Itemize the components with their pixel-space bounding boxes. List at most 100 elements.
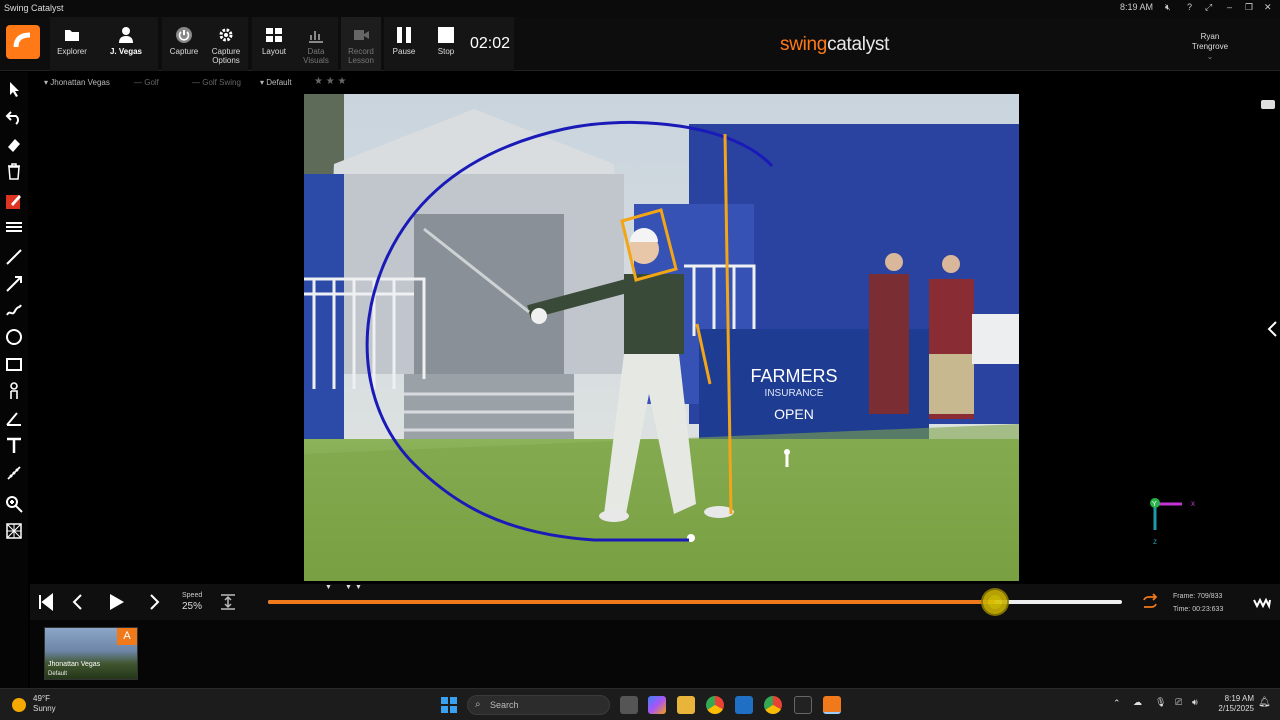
tray-overflow-icon[interactable]: ⌃ bbox=[1113, 698, 1121, 709]
angle-tool-icon[interactable] bbox=[5, 409, 23, 427]
play-icon[interactable] bbox=[106, 592, 126, 612]
toolbar-group-layout: Layout Data Visuals bbox=[252, 17, 338, 71]
task-view-icon[interactable] bbox=[620, 696, 638, 714]
zoom-icon[interactable] bbox=[5, 495, 23, 513]
fullscreen-icon[interactable]: ⤢ bbox=[1205, 2, 1212, 13]
taskbar-clock[interactable]: 8:19 AM 2/15/2025 bbox=[1210, 694, 1254, 714]
undo-icon[interactable] bbox=[5, 108, 23, 126]
chevron-down-icon: ⌄ bbox=[1206, 52, 1214, 61]
skip-to-start-icon[interactable] bbox=[36, 592, 56, 612]
minimize-icon[interactable]: – bbox=[1227, 2, 1232, 12]
search-placeholder: Search bbox=[490, 700, 519, 710]
taskbar-search[interactable]: ⌕ Search bbox=[467, 695, 610, 715]
restore-icon[interactable]: ❐ bbox=[1245, 2, 1253, 13]
onedrive-icon[interactable]: ☁ bbox=[1133, 697, 1142, 708]
power-icon bbox=[176, 27, 192, 43]
help-icon[interactable]: ? bbox=[1187, 2, 1192, 12]
time-value: 00:23:633 bbox=[1192, 606, 1224, 613]
data-visuals-button[interactable]: Data Visuals bbox=[294, 17, 338, 71]
capture-options-button[interactable]: Capture Options bbox=[204, 17, 248, 71]
frame-time-readout: Frame: 709/833 Time: 00:23:633 bbox=[1173, 590, 1223, 616]
banner-event: OPEN bbox=[774, 406, 814, 422]
player-button[interactable]: J. Vegas bbox=[104, 17, 148, 71]
title-bar: Swing Catalyst 8:19 AM 🔇︎ ? ⤢ – ❐ ✕ bbox=[0, 0, 1280, 17]
pen-color-icon[interactable] bbox=[5, 192, 23, 210]
pointer-icon[interactable] bbox=[5, 80, 23, 98]
freehand-tool-icon[interactable] bbox=[5, 301, 23, 319]
weather-widget[interactable]: 49°F Sunny bbox=[33, 694, 56, 714]
stop-icon bbox=[438, 27, 454, 43]
close-icon[interactable]: ✕ bbox=[1264, 2, 1272, 13]
banner-title: FARMERS bbox=[750, 366, 837, 386]
clip-thumbnail[interactable]: A Jhonattan Vegas Default bbox=[44, 627, 138, 680]
notification-bell-icon[interactable]: 🔔︎ bbox=[1258, 697, 1271, 708]
copilot-icon[interactable] bbox=[648, 696, 666, 714]
outlook-icon[interactable] bbox=[735, 696, 753, 714]
mute-icon[interactable]: 🔇︎ bbox=[1165, 2, 1171, 13]
marker-icon[interactable]: ▼ bbox=[345, 584, 352, 591]
taskbar-date: 2/15/2025 bbox=[1218, 704, 1254, 713]
rating-stars[interactable]: ★ ★ ★ bbox=[314, 76, 346, 87]
file-explorer-icon[interactable] bbox=[677, 696, 695, 714]
stop-button[interactable]: Stop bbox=[424, 17, 468, 71]
trash-icon[interactable] bbox=[5, 162, 23, 180]
network-icon[interactable]: ⎚ bbox=[1175, 697, 1182, 708]
record-lesson-label: Record Lesson bbox=[348, 47, 374, 65]
trim-icon[interactable] bbox=[218, 592, 238, 612]
rectangle-tool-icon[interactable] bbox=[5, 355, 23, 373]
step-forward-icon[interactable] bbox=[144, 592, 164, 612]
weather-sun-icon[interactable] bbox=[12, 698, 26, 712]
explorer-label: Explorer bbox=[57, 47, 87, 56]
layout-button[interactable]: Layout bbox=[252, 17, 296, 71]
recording-timer: 02:02 bbox=[470, 35, 511, 52]
toolbar-group-record: Record Lesson bbox=[341, 17, 381, 71]
circle-tool-icon[interactable] bbox=[5, 328, 23, 346]
chrome-profile-icon[interactable] bbox=[764, 696, 782, 714]
body-tool-icon[interactable] bbox=[5, 382, 23, 400]
microphone-icon[interactable]: 🎙︎ bbox=[1155, 697, 1166, 708]
clip-strip: A Jhonattan Vegas Default bbox=[30, 620, 1280, 688]
brand-logo: swingcatalyst bbox=[780, 34, 890, 55]
volume-icon[interactable]: 🔊︎ bbox=[1192, 697, 1198, 708]
terminal-icon[interactable] bbox=[794, 696, 812, 714]
marker-icon[interactable]: ▼ bbox=[325, 584, 332, 591]
grid-overlay-icon[interactable] bbox=[5, 522, 23, 540]
explorer-button[interactable]: Explorer bbox=[50, 17, 94, 71]
grid-icon bbox=[266, 28, 282, 42]
camera-icon[interactable] bbox=[1261, 100, 1275, 109]
text-tool-icon[interactable] bbox=[5, 436, 23, 454]
user-menu[interactable]: Ryan Trengrove ⌄ bbox=[1180, 32, 1240, 62]
pause-button[interactable]: Pause bbox=[382, 17, 426, 71]
playback-speed[interactable]: Speed 25% bbox=[182, 590, 202, 612]
swing-catalyst-taskbar-icon[interactable] bbox=[823, 696, 841, 714]
axis-gizmo: Y x z bbox=[1150, 498, 1195, 546]
loop-icon[interactable] bbox=[1140, 592, 1160, 612]
eraser-icon[interactable] bbox=[5, 135, 23, 153]
app-logo-icon[interactable] bbox=[6, 25, 40, 59]
step-back-icon[interactable] bbox=[68, 592, 88, 612]
timeline-progress bbox=[268, 600, 995, 604]
ruler-tool-icon[interactable] bbox=[5, 464, 23, 482]
video-viewer[interactable]: FARMERS INSURANCE OPEN bbox=[304, 94, 1019, 581]
breadcrumb-view[interactable]: ▾ Default bbox=[260, 78, 292, 87]
capture-button[interactable]: Capture bbox=[162, 17, 206, 71]
breadcrumb-category[interactable]: — Golf Swing bbox=[192, 78, 241, 87]
breadcrumb-player[interactable]: ▾ Jhonattan Vegas bbox=[44, 78, 110, 87]
pause-icon bbox=[397, 27, 411, 43]
main-toolbar: Explorer J. Vegas Capture Capture Option… bbox=[0, 17, 1280, 71]
drawing-toolbar bbox=[0, 72, 28, 688]
collapse-panel-icon[interactable] bbox=[1266, 320, 1278, 338]
marker-icon[interactable]: ▼ bbox=[355, 584, 362, 591]
line-width-icon[interactable] bbox=[5, 218, 23, 236]
timeline-handle[interactable] bbox=[980, 588, 1009, 616]
breadcrumb-sport[interactable]: — Golf bbox=[134, 78, 159, 87]
speed-value: 25% bbox=[182, 601, 203, 612]
weather-condition: Sunny bbox=[33, 704, 56, 713]
chrome-icon[interactable] bbox=[706, 696, 724, 714]
arrow-tool-icon[interactable] bbox=[5, 275, 23, 293]
line-tool-icon[interactable] bbox=[5, 248, 23, 266]
svg-text:x: x bbox=[1191, 499, 1195, 508]
swing-speed-icon[interactable] bbox=[1252, 592, 1272, 612]
record-lesson-button[interactable]: Record Lesson bbox=[339, 17, 383, 71]
start-icon[interactable] bbox=[440, 696, 458, 714]
